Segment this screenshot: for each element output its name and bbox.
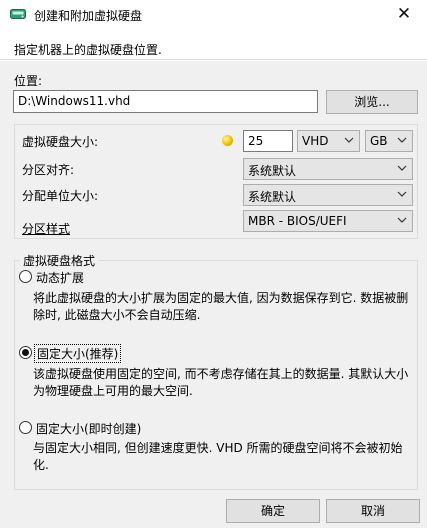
ok-button[interactable]: 确定 [226, 499, 320, 523]
radio-fixed-instant[interactable] [19, 421, 32, 434]
window-title: 创建和附加虚拟硬盘 [34, 9, 143, 23]
size-unit-select[interactable]: GB [365, 130, 413, 152]
location-path-input[interactable]: D:\Windows11.vhd [13, 90, 318, 113]
alignment-label: 分区对齐: [22, 163, 75, 177]
location-label: 位置: [14, 74, 43, 88]
cancel-button[interactable]: 取消 [326, 499, 420, 523]
header-instruction: 指定机器上的虚拟硬盘位置. [14, 43, 162, 57]
chevron-down-icon [397, 191, 407, 197]
allocation-unit-select[interactable]: 系统默认 [243, 184, 413, 206]
chevron-down-icon [397, 217, 407, 223]
alignment-select[interactable]: 系统默认 [243, 158, 413, 180]
chevron-down-icon [397, 165, 407, 171]
disk-type-value: VHD [302, 134, 329, 148]
option-dynamic-desc: 将此虚拟硬盘的大小扩展为固定的最大值, 因为数据保存到它. 数据被删除时, 此磁… [33, 291, 409, 322]
chevron-down-icon [344, 137, 354, 143]
chevron-down-icon [397, 137, 407, 143]
close-icon: ✕ [396, 4, 412, 24]
info-coin-icon [222, 135, 233, 146]
title-bar: 创建和附加虚拟硬盘 ✕ [0, 0, 427, 30]
allocation-unit-value: 系统默认 [248, 190, 297, 204]
disk-size-label: 虚拟硬盘大小: [22, 135, 99, 149]
dialog-footer: 确定 取消 [0, 490, 427, 528]
partition-style-value: MBR - BIOS/UEFI [248, 214, 347, 228]
option-fixed-label[interactable]: 固定大小(推荐) [34, 344, 122, 363]
dialog-header: 指定机器上的虚拟硬盘位置. [0, 30, 427, 60]
partition-style-label: 分区样式 [22, 222, 71, 236]
close-button[interactable]: ✕ [381, 0, 427, 30]
allocation-unit-label: 分配单位大小: [22, 189, 99, 203]
partition-style-select[interactable]: MBR - BIOS/UEFI [243, 210, 413, 232]
radio-fixed[interactable] [19, 346, 32, 359]
dialog-content: 位置: D:\Windows11.vhd 浏览... 虚拟硬盘大小: 25 VH… [0, 61, 427, 490]
radio-dynamic[interactable] [19, 270, 32, 283]
disk-format-legend: 虚拟硬盘格式 [20, 252, 99, 269]
alignment-value: 系统默认 [248, 164, 297, 178]
option-fixed-desc: 该虚拟硬盘使用固定的空间, 而不考虑存储在其上的数据量. 其默认大小为物理硬盘上… [33, 367, 409, 398]
option-dynamic-label[interactable]: 动态扩展 [36, 269, 84, 286]
disk-type-select[interactable]: VHD [297, 130, 360, 152]
option-fixed-instant-desc: 与固定大小相同, 但创建速度更快. VHD 所需的硬盘空间将不会被初始化. [33, 441, 403, 472]
size-unit-value: GB [370, 134, 388, 148]
disk-drive-icon [10, 9, 26, 19]
option-fixed-instant-label[interactable]: 固定大小(即时创建) [36, 420, 141, 437]
disk-size-input[interactable]: 25 [243, 130, 293, 152]
browse-button[interactable]: 浏览... [326, 90, 418, 114]
